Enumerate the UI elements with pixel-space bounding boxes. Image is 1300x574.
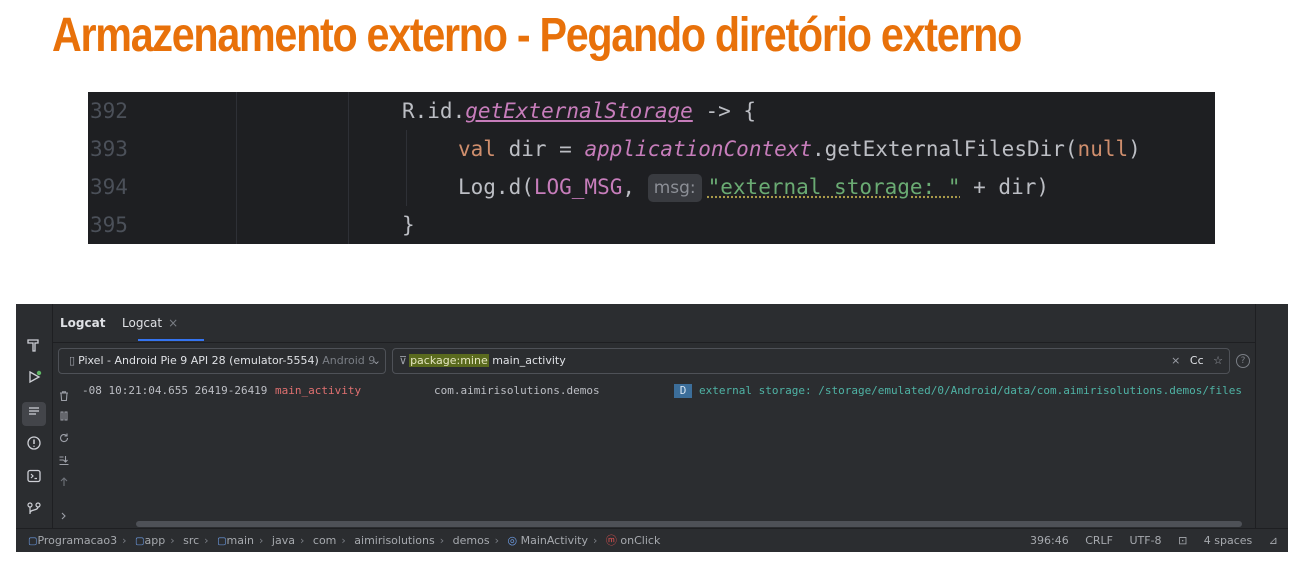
git-icon[interactable]: [22, 500, 46, 524]
device-name: Pixel - Android Pie 9 API 28 (emulator-5…: [78, 354, 319, 367]
code-token-function[interactable]: getExternalStorage: [465, 99, 693, 123]
filter-token: package:mine: [409, 354, 489, 367]
code-line-392: 392 R.id.getExternalStorage -> {: [88, 92, 1215, 130]
breadcrumb-item[interactable]: app: [144, 534, 165, 547]
pause-icon[interactable]: [56, 410, 72, 425]
code-token: Log.d(: [458, 175, 534, 199]
filter-input[interactable]: ⊽ package:mine main_activity × Cc ☆: [392, 348, 1230, 374]
star-icon[interactable]: ☆: [1213, 354, 1223, 367]
breadcrumb-item[interactable]: com: [313, 534, 337, 547]
line-number: 394: [90, 175, 128, 199]
code-token: R.id.: [402, 99, 466, 123]
status-bar: ▢Programacao3 › ▢app › src › ▢main › java › c…: [16, 528, 1288, 552]
slide-title: Armazenamento externo - Pegando diretóri…: [52, 9, 1022, 62]
breadcrumb-item[interactable]: Programacao3: [37, 534, 117, 547]
up-arrow-icon[interactable]: [56, 476, 72, 491]
close-icon[interactable]: ×: [168, 316, 178, 330]
chevron-down-icon: ⌄: [371, 354, 381, 367]
breadcrumb-item[interactable]: onClick: [620, 534, 660, 547]
line-ending[interactable]: CRLF: [1085, 534, 1113, 547]
code-token: dir =: [495, 137, 585, 161]
tool-window-bar: [16, 304, 53, 528]
device-version: Android 9: [322, 354, 376, 367]
parameter-hint: msg:: [647, 174, 702, 202]
breadcrumb-item[interactable]: demos: [453, 534, 490, 547]
run-icon[interactable]: [22, 368, 46, 392]
problems-icon[interactable]: [22, 434, 46, 458]
tab-label: Logcat: [122, 316, 163, 330]
code-token-keyword: null: [1077, 137, 1129, 161]
code-token-constant: LOG_MSG: [533, 175, 623, 199]
log-message: external storage: /storage/emulated/0/An…: [699, 384, 1243, 397]
log-tag: main_activity: [275, 384, 362, 397]
code-token-keyword: val: [458, 137, 496, 161]
code-token-property: applicationContext: [584, 137, 813, 161]
logcat-icon[interactable]: [22, 402, 46, 426]
build-hammer-icon[interactable]: [22, 336, 46, 360]
tab-logcat[interactable]: Logcat ×: [122, 316, 178, 330]
line-number: 392: [90, 99, 128, 123]
breadcrumb-item[interactable]: src: [183, 534, 199, 547]
code-token-string: "external storage: ": [707, 175, 961, 199]
breadcrumb-item[interactable]: aimirisolutions: [354, 534, 434, 547]
class-icon: ◎: [507, 534, 518, 547]
device-icon: ▯: [69, 354, 76, 367]
code-token: .getExternalFilesDir(: [812, 137, 1078, 161]
horizontal-scrollbar[interactable]: [136, 521, 1242, 527]
line-number: 395: [90, 213, 128, 237]
code-editor[interactable]: 392 R.id.getExternalStorage -> { 393 val…: [88, 92, 1215, 244]
breadcrumb-item[interactable]: java: [272, 534, 295, 547]
log-timestamp: -08 10:21:04.655 26419-26419: [82, 384, 268, 397]
breadcrumb-item[interactable]: MainActivity: [521, 534, 588, 547]
tab-strip: Logcat Logcat ×: [52, 304, 1256, 343]
code-line-394: 394 Log.d(LOG_MSG, msg: "external storage…: [88, 168, 1215, 206]
code-token: }: [402, 213, 415, 237]
log-package: com.aimirisolutions.demos: [434, 384, 600, 397]
file-encoding[interactable]: UTF-8: [1129, 534, 1161, 547]
code-token: + dir): [960, 175, 1050, 199]
status-info: 396:46 CRLF UTF-8 ⊡ 4 spaces ⊿: [1017, 529, 1278, 552]
trash-icon[interactable]: [56, 390, 72, 405]
breadcrumb-item[interactable]: main: [227, 534, 254, 547]
logcat-window: Logcat Logcat × ▯ Pixel - Android Pie 9 AP…: [16, 304, 1288, 552]
code-token: -> {: [692, 99, 757, 123]
filter-icon: ⊽: [399, 354, 408, 367]
scroll-to-end-icon[interactable]: [56, 454, 72, 469]
code-line-393: 393 val dir = applicationContext.getExte…: [88, 130, 1215, 168]
filter-text: main_activity: [488, 354, 566, 367]
log-level-badge: D: [674, 384, 692, 398]
restart-icon[interactable]: [56, 432, 72, 447]
code-line-395: 395 }: [88, 206, 1215, 244]
readonly-toggle-icon[interactable]: ⊡: [1178, 534, 1187, 547]
indent-setting[interactable]: 4 spaces: [1204, 534, 1253, 547]
active-tab-indicator: [138, 339, 204, 341]
terminal-icon[interactable]: [22, 467, 46, 491]
code-token: ): [1128, 137, 1141, 161]
cursor-position[interactable]: 396:46: [1030, 534, 1069, 547]
panel-title: Logcat: [60, 316, 106, 330]
expand-chevron-icon[interactable]: [56, 510, 72, 525]
match-case-button[interactable]: Cc: [1190, 354, 1204, 367]
code-token: ,: [622, 175, 636, 199]
clear-icon[interactable]: ×: [1171, 354, 1180, 367]
line-number: 393: [90, 137, 128, 161]
device-selector[interactable]: ▯ Pixel - Android Pie 9 API 28 (emulator-…: [58, 348, 386, 374]
method-icon: ⓜ: [605, 534, 617, 547]
lock-icon[interactable]: ⊿: [1269, 534, 1278, 547]
right-tool-bar: [1255, 304, 1288, 528]
breadcrumb: ▢Programacao3 › ▢app › src › ▢main › java › c…: [28, 534, 661, 547]
module-icon: ▢: [217, 536, 227, 547]
help-icon[interactable]: ?: [1236, 354, 1250, 368]
